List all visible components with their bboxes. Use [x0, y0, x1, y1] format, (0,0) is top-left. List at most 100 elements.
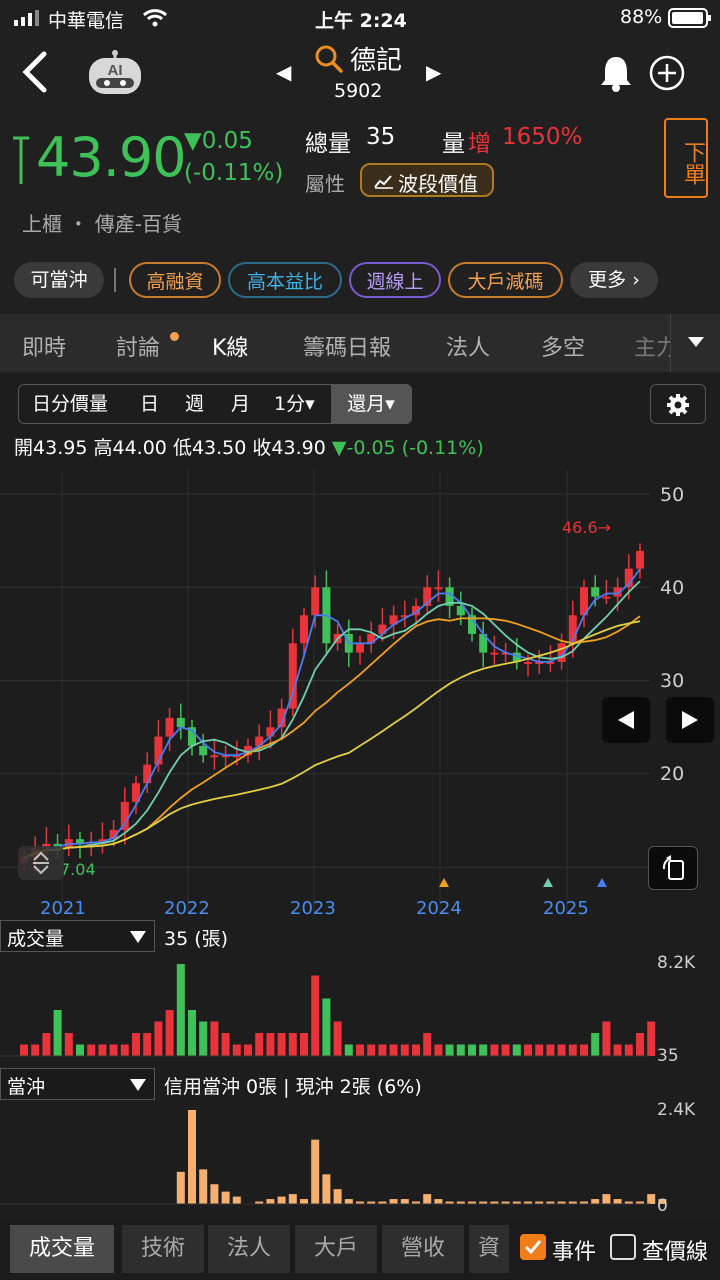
y-tick-20: 20 — [660, 763, 685, 785]
carrier: 中華電信 — [48, 10, 125, 32]
prev-stock-button[interactable]: ◀ — [276, 60, 291, 84]
period-restored-month[interactable]: 還月▾ — [331, 384, 411, 424]
volume-bar — [132, 1033, 140, 1056]
volume-bar — [647, 1021, 656, 1056]
daytrade-bar — [266, 1199, 275, 1204]
volume-bar — [176, 964, 185, 1056]
daytrade-bar — [591, 1199, 600, 1204]
period-week[interactable]: 週 — [185, 384, 204, 424]
price-change: ▼0.05 — [184, 128, 253, 154]
price-line-label: 查價線 — [642, 1240, 709, 1265]
scroll-right-button[interactable] — [666, 697, 714, 743]
period-intraday[interactable]: 日分價量 — [32, 384, 108, 424]
tab-main-force[interactable]: 主力 — [634, 330, 670, 362]
tab-kline[interactable]: K線 — [212, 330, 248, 362]
volume-bar — [423, 1033, 432, 1056]
indicator-tab-major-holders[interactable]: 大戶 — [295, 1225, 377, 1273]
wave-value-button[interactable]: 波段價值 — [360, 163, 494, 197]
volume-bar — [288, 1033, 297, 1056]
indicator-tab-technical[interactable]: 技術 — [122, 1225, 204, 1273]
volume-bar — [165, 1010, 174, 1056]
svg-text:AI: AI — [108, 62, 123, 79]
tab-expand-button[interactable] — [670, 314, 720, 372]
indicator-tab-volume[interactable]: 成交量 — [10, 1225, 114, 1273]
high-value: 44.00 — [112, 437, 167, 459]
tab-long-short[interactable]: 多空 — [541, 330, 585, 362]
tab-realtime[interactable]: 即時 — [22, 330, 66, 362]
volume-bar — [210, 1021, 219, 1056]
ma-line-mid — [23, 580, 641, 859]
volume-selector-label: 成交量 — [7, 928, 65, 950]
tag-high-pe[interactable]: 高本益比 — [228, 262, 342, 298]
signal-icon — [14, 10, 39, 26]
volume-bar — [255, 1033, 264, 1056]
volume-bar — [333, 1021, 342, 1056]
daytrade-desc: 信用當沖 0張 | 現沖 2張 (6%) — [164, 1076, 422, 1098]
tag-major-holders-reduce[interactable]: 大戶減碼 — [448, 262, 563, 298]
candle-body — [120, 801, 129, 830]
close-value: 43.90 — [271, 437, 326, 459]
daytrade-bar — [423, 1194, 432, 1204]
add-watchlist-icon[interactable] — [648, 54, 686, 92]
volume-bar — [311, 975, 320, 1056]
tag-more-button[interactable]: 更多 › — [570, 262, 658, 298]
daytrade-bar — [333, 1189, 342, 1204]
candle-body — [199, 745, 208, 756]
indicator-tab-revenue[interactable]: 營收 — [382, 1225, 464, 1273]
volume-bar — [602, 1021, 611, 1056]
close-label: 收 — [252, 437, 272, 459]
y-tick-40: 40 — [660, 577, 685, 599]
attribute-label: 屬性 — [305, 172, 345, 196]
ai-robot-icon[interactable]: AI — [86, 50, 144, 96]
tab-discussion[interactable]: 討論 — [116, 330, 160, 362]
volume-bar — [53, 1010, 62, 1056]
period-1min[interactable]: 1分▾ — [274, 384, 315, 424]
unread-dot — [170, 332, 179, 341]
tag-above-weekly[interactable]: 週線上 — [349, 262, 441, 298]
volume-bar — [344, 1044, 353, 1056]
bell-icon[interactable] — [598, 54, 634, 92]
period-low-mark: 7.04 — [60, 860, 96, 879]
daytrade-bar — [434, 1199, 443, 1204]
gear-icon — [667, 394, 689, 416]
open-label: 開 — [14, 437, 34, 459]
daytrade-bar — [199, 1169, 208, 1204]
tab-institutional[interactable]: 法人 — [446, 330, 490, 362]
order-button[interactable]: 下單 — [664, 118, 708, 198]
search-icon[interactable] — [314, 44, 344, 74]
kline-chart[interactable] — [0, 470, 720, 1220]
volume-selector[interactable]: 成交量 — [0, 920, 155, 952]
back-arrow-icon[interactable] — [20, 50, 50, 94]
year-2021: 2021 — [40, 898, 86, 919]
volume-bar — [535, 1044, 544, 1056]
volume-bar — [154, 1021, 163, 1056]
candle-body — [591, 587, 600, 597]
daytrade-selector[interactable]: 當沖 — [0, 1068, 155, 1100]
volume-bar — [277, 1033, 286, 1056]
candle-body — [165, 717, 174, 737]
indicator-tab-more[interactable]: 資 — [469, 1225, 509, 1273]
price-line-checkbox[interactable] — [610, 1234, 636, 1260]
daytrade-bar — [389, 1199, 398, 1204]
stock-name[interactable]: 德記 — [350, 40, 402, 77]
period-day[interactable]: 日 — [140, 384, 159, 424]
candle-body — [300, 615, 308, 644]
tab-chip-daily[interactable]: 籌碼日報 — [303, 330, 391, 362]
chart-settings-button[interactable] — [650, 384, 706, 424]
next-stock-button[interactable]: ▶ — [426, 60, 441, 84]
candle-body — [266, 727, 275, 737]
period-month[interactable]: 月 — [231, 384, 250, 424]
volume-bar — [546, 1044, 555, 1056]
tag-high-margin[interactable]: 高融資 — [129, 262, 221, 298]
rotate-screen-button[interactable] — [648, 846, 698, 890]
volume-bar — [490, 1044, 499, 1056]
scroll-left-button[interactable] — [602, 697, 650, 743]
tag-day-trade[interactable]: 可當沖 — [14, 262, 104, 298]
y-tick-30: 30 — [660, 670, 685, 692]
chart-zoom-toggle[interactable] — [18, 846, 64, 880]
indicator-tab-institutional[interactable]: 法人 — [208, 1225, 290, 1273]
volume-bar — [568, 1044, 577, 1056]
volume-bar — [20, 1044, 28, 1056]
ohlc-change: ▼-0.05 (-0.11%) — [331, 437, 484, 459]
event-checkbox[interactable] — [520, 1234, 546, 1260]
